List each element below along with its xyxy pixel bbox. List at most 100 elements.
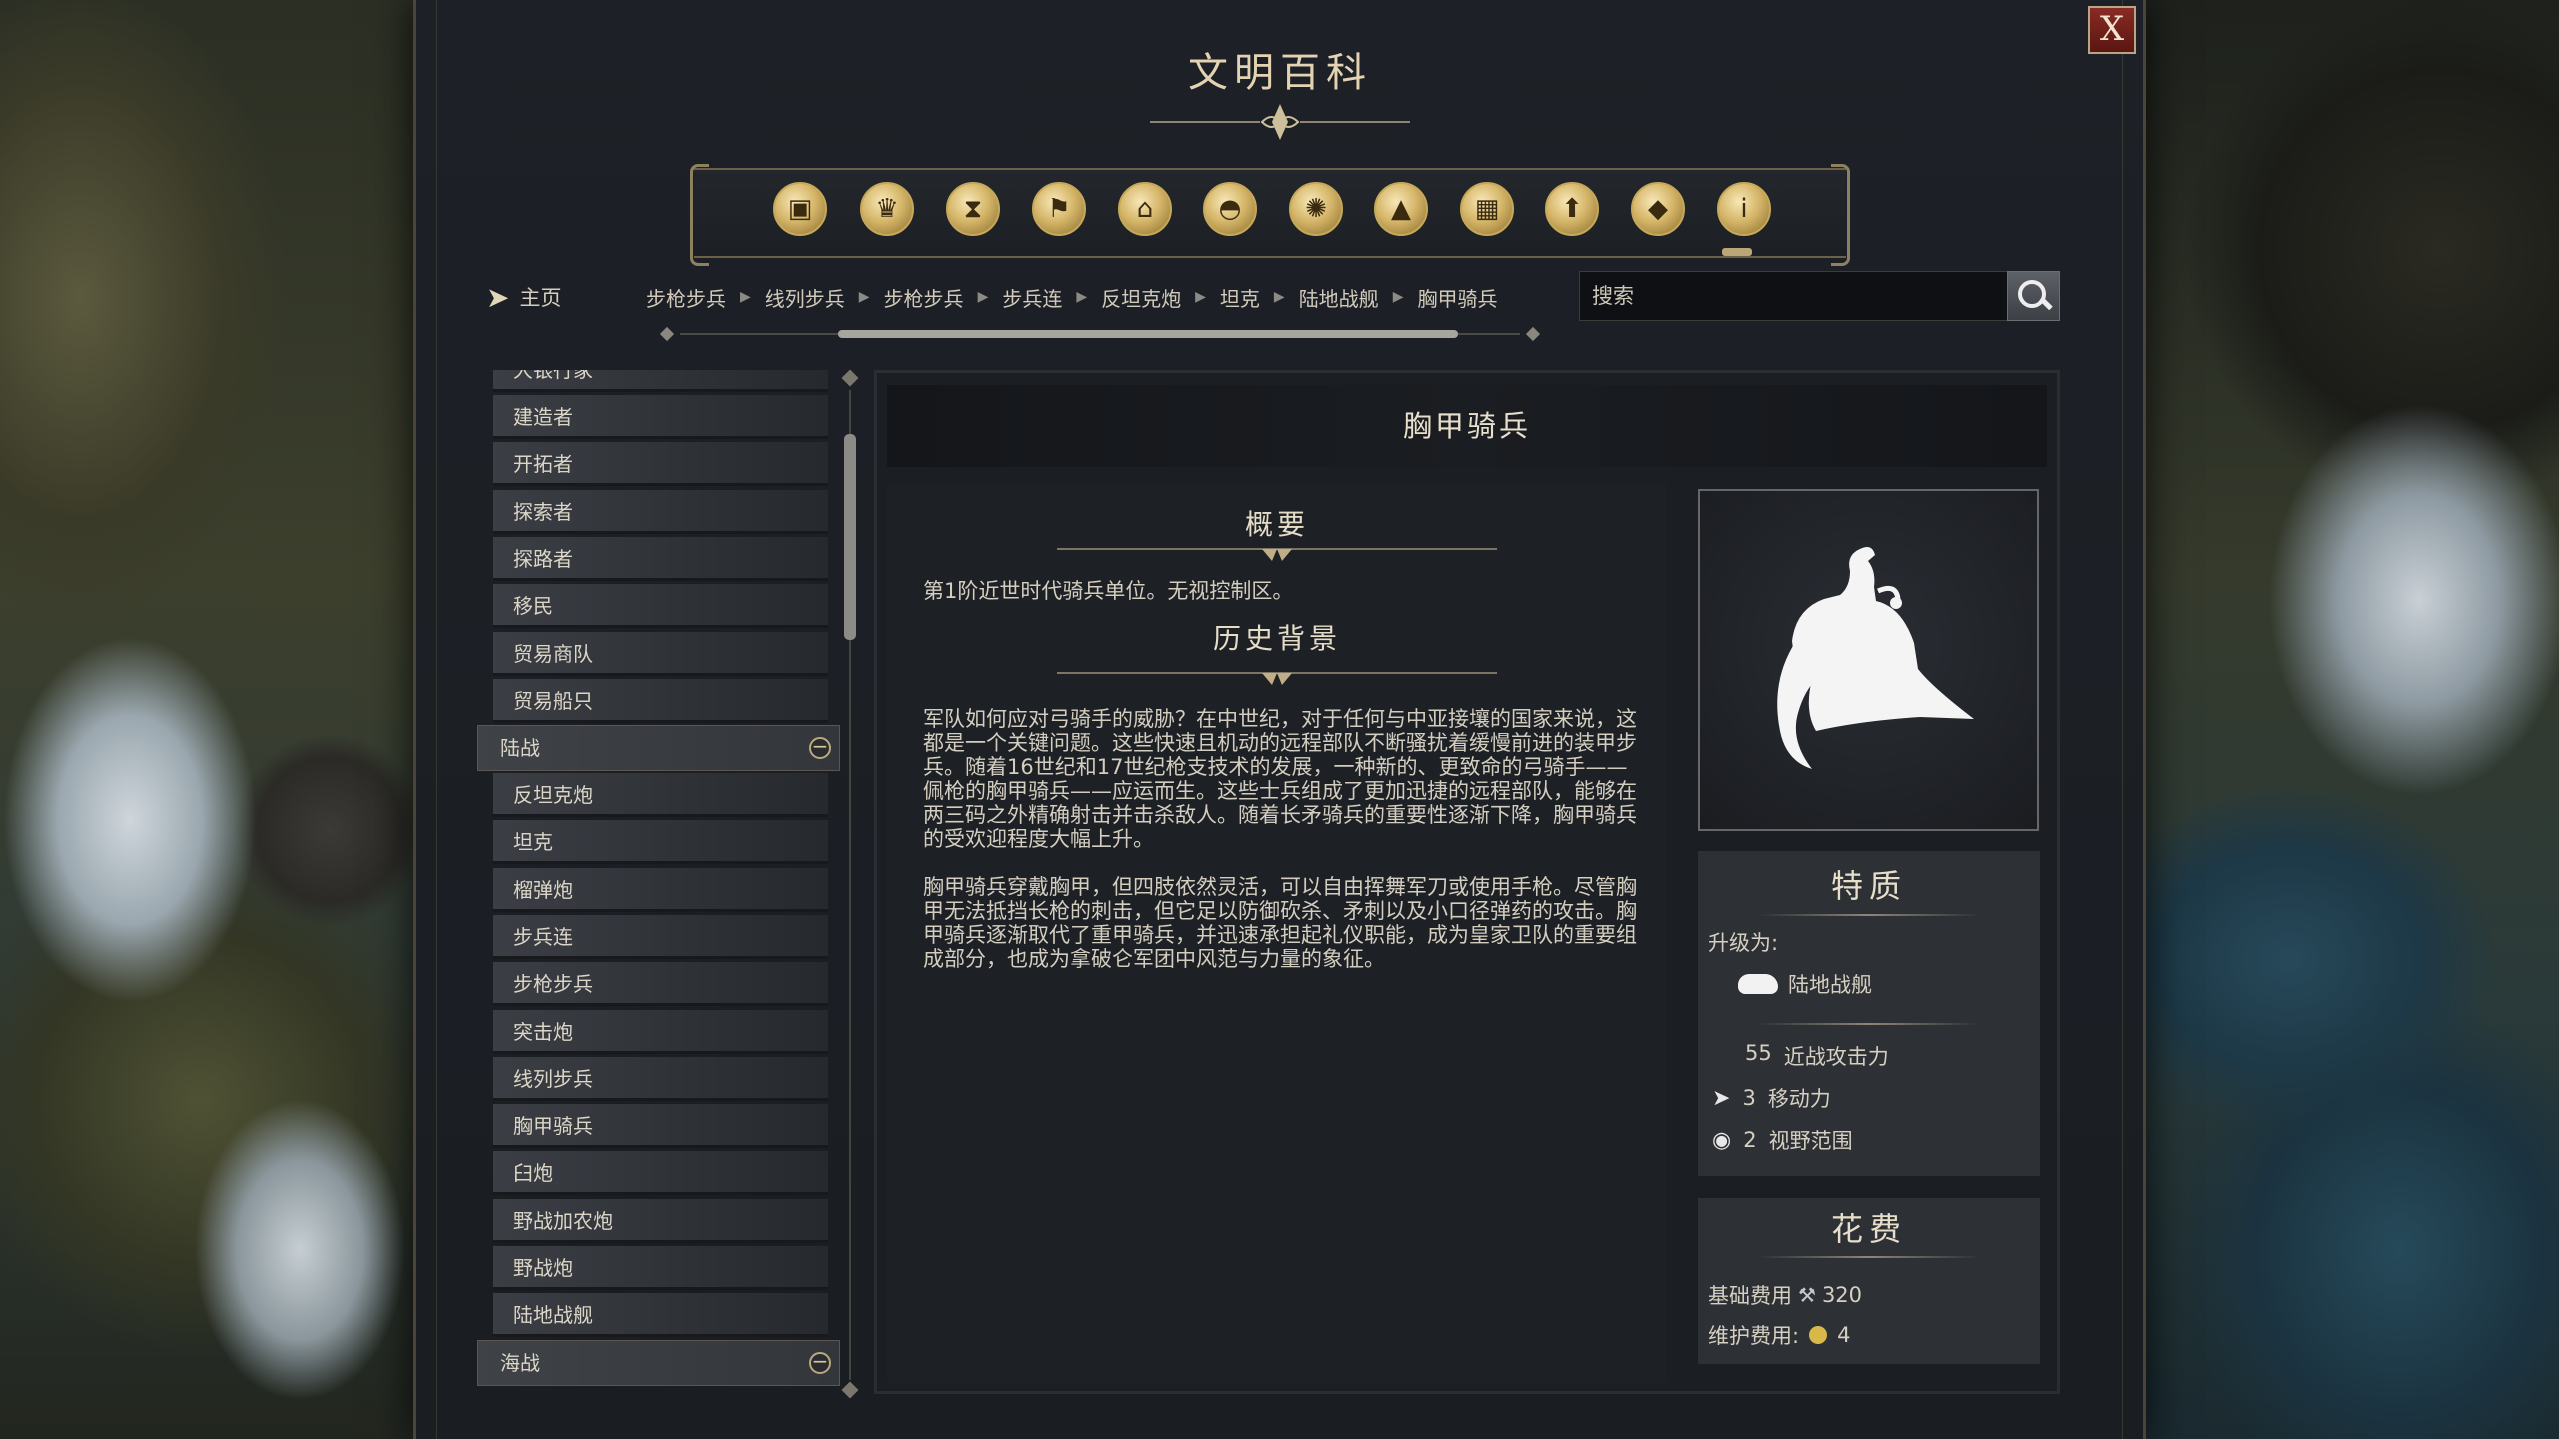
sidebar-item[interactable]: 移民 xyxy=(493,584,828,628)
page-title: 文明百科 xyxy=(1188,50,1372,96)
hammer-icon: ⚒ xyxy=(1798,1283,1816,1307)
melee-label: 近战攻击力 xyxy=(1783,1045,1889,1069)
sidebar-item[interactable]: 臼炮 xyxy=(493,1151,828,1195)
melee-stat: 55 近战攻击力 xyxy=(1745,1041,1889,1071)
sight-stat: ◉ 2 视野范围 xyxy=(1712,1125,1853,1155)
home-label: 主页 xyxy=(519,286,562,310)
search-button[interactable] xyxy=(2007,271,2060,321)
breadcrumb-item[interactable]: 胸甲骑兵 xyxy=(1417,283,1497,312)
upkeep-value: 4 xyxy=(1837,1323,1851,1347)
breadcrumb-item[interactable]: 陆地战舰 xyxy=(1299,283,1379,312)
movement-label: 移动力 xyxy=(1767,1087,1831,1111)
category-upgrade-icon[interactable]: ⬆ xyxy=(1545,182,1599,236)
upgrade-label: 升级为: xyxy=(1708,931,1779,955)
category-info-icon[interactable]: i xyxy=(1717,182,1771,236)
sidebar-scrollbar[interactable] xyxy=(841,369,859,1399)
breadcrumb-item[interactable]: 步枪步兵 xyxy=(884,283,964,312)
search-input[interactable]: 搜索 xyxy=(1579,271,2009,321)
sidebar-item[interactable]: 贸易船只 xyxy=(493,679,828,723)
sidebar-item[interactable]: 突击炮 xyxy=(493,1010,828,1054)
breadcrumb-separator-icon: ▶ xyxy=(1195,289,1206,305)
base-cost-label: 基础费用 xyxy=(1708,1284,1792,1308)
world-map-left xyxy=(0,0,420,1439)
category-selected-indicator xyxy=(1722,248,1752,256)
breadcrumb-item[interactable]: 坦克 xyxy=(1220,283,1260,312)
sidebar-item[interactable]: 野战炮 xyxy=(493,1246,828,1290)
movement-icon: ➤ xyxy=(1712,1085,1731,1111)
category-terrain-icon[interactable]: ▲ xyxy=(1374,182,1428,236)
breadcrumb-separator-icon: ▶ xyxy=(1392,289,1404,305)
history-paragraph-2: 胸甲骑兵穿戴胸甲，但四肢依然灵活，可以自由挥舞军刀或使用手枪。尽管胸甲无法抵挡长… xyxy=(923,875,1637,971)
collapse-icon[interactable]: − xyxy=(809,736,831,759)
close-button[interactable]: X xyxy=(2088,6,2136,54)
upkeep-label: 维护费用: xyxy=(1708,1324,1800,1348)
category-buildings-icon[interactable]: ⌂ xyxy=(1118,182,1172,236)
sight-value: 2 xyxy=(1743,1128,1757,1152)
sight-label: 视野范围 xyxy=(1768,1129,1853,1153)
upkeep-cost: 维护费用: 4 xyxy=(1708,1320,1850,1350)
breadcrumb: 步枪步兵 ▶ 线列步兵 ▶ 步枪步兵 ▶ 步兵连 ▶ 反坦克炮 ▶ 坦克 ▶ 陆地战舰 ▶ 胸甲骑兵 xyxy=(646,282,1497,312)
title-ornament xyxy=(1150,104,1410,140)
sidebar-item[interactable]: 野战加农炮 xyxy=(493,1199,828,1243)
sidebar-item[interactable]: 探路者 xyxy=(493,537,828,581)
sidebar-item[interactable]: 步兵连 xyxy=(493,915,828,959)
category-civilization-icon[interactable]: ⚑ xyxy=(1032,182,1086,236)
sidebar-item[interactable]: 开拓者 xyxy=(493,442,828,486)
category-era-icon[interactable]: ⧗ xyxy=(946,182,1000,236)
sidebar-item[interactable]: 贸易商队 xyxy=(493,632,828,676)
sidebar-category-naval-label: 海战 xyxy=(500,1351,540,1375)
category-technology-icon[interactable]: ◓ xyxy=(1203,182,1257,236)
sidebar-item[interactable]: 建造者 xyxy=(493,395,828,439)
sidebar-item[interactable]: 线列步兵 xyxy=(493,1057,828,1101)
breadcrumb-item[interactable]: 线列步兵 xyxy=(765,283,845,312)
cost-panel: 花费 基础费用 ⚒ 320 维护费用: 4 xyxy=(1698,1198,2040,1364)
home-button[interactable]: ➤ 主页 xyxy=(486,280,562,314)
description-column: 概要 第1阶近世时代骑兵单位。无视控制区。 历史背景 军队如何应对弓骑手的威胁？… xyxy=(887,483,1667,1383)
sidebar-item[interactable]: 坦克 xyxy=(493,820,828,864)
base-cost: 基础费用 ⚒ 320 xyxy=(1708,1280,1862,1310)
sidebar-item[interactable]: 大银行家 xyxy=(493,370,828,392)
category-units-icon[interactable]: ▣ xyxy=(773,182,827,236)
breadcrumb-item[interactable]: 反坦克炮 xyxy=(1101,283,1181,312)
history-paragraph-1: 军队如何应对弓骑手的威胁？在中世纪，对于任何与中亚接壤的国家来说，这都是一个关键… xyxy=(923,707,1637,851)
upgrade-target[interactable]: 陆地战舰 xyxy=(1738,969,1872,999)
sidebar-category-land-label: 陆战 xyxy=(500,736,540,760)
breadcrumb-separator-icon: ▶ xyxy=(740,289,751,305)
traits-panel: 特质 升级为: 陆地战舰 55 近战攻击力 ➤ 3 移动力 ◉ 2 视野范围 xyxy=(1698,851,2040,1176)
gold-coin-icon xyxy=(1809,1326,1828,1344)
base-cost-value: 320 xyxy=(1821,1283,1863,1307)
history-heading: 历史背景 xyxy=(1212,622,1341,655)
breadcrumb-separator-icon: ▶ xyxy=(977,289,989,305)
sidebar-item[interactable]: 步枪步兵 xyxy=(493,962,828,1006)
sidebar-list: 大银行家建造者 开拓者 探索者 探路者 移民 贸易商队 贸易船只陆战 − 反坦克炮 坦克 榴弹炮 步兵… xyxy=(477,370,841,1398)
upgrade-target-label: 陆地战舰 xyxy=(1788,973,1872,997)
breadcrumb-separator-icon: ▶ xyxy=(858,289,870,305)
sidebar-item[interactable]: 胸甲骑兵 xyxy=(493,1104,828,1148)
breadcrumb-separator-icon: ▶ xyxy=(1273,289,1285,305)
category-city-icon[interactable]: ▦ xyxy=(1460,182,1514,236)
category-science-icon[interactable]: ✺ xyxy=(1289,182,1343,236)
cost-heading: 花费 xyxy=(1830,1210,1907,1248)
sidebar-item[interactable]: 探索者 xyxy=(493,490,828,534)
sidebar-category-land[interactable]: 陆战 − xyxy=(477,725,840,771)
category-goods-icon[interactable]: ♛ xyxy=(860,182,914,236)
sidebar-category-naval[interactable]: 海战 − xyxy=(477,1340,840,1386)
breadcrumb-item[interactable]: 步枪步兵 xyxy=(646,283,726,312)
traits-heading: 特质 xyxy=(1830,867,1907,905)
summary-heading: 概要 xyxy=(1244,508,1309,541)
movement-value: 3 xyxy=(1742,1086,1756,1110)
summary-ornament xyxy=(1057,548,1497,561)
cloud-icon xyxy=(1738,974,1778,994)
breadcrumb-separator-icon: ▶ xyxy=(1076,289,1088,305)
back-arrow-icon: ➤ xyxy=(486,280,510,314)
breadcrumb-scrollbar[interactable] xyxy=(659,326,1541,342)
unit-name: 胸甲骑兵 xyxy=(887,385,2047,467)
sidebar-item[interactable]: 反坦克炮 xyxy=(493,773,828,817)
melee-value: 55 xyxy=(1745,1041,1772,1065)
breadcrumb-item[interactable]: 步兵连 xyxy=(1002,283,1062,312)
unit-portrait xyxy=(1698,489,2039,831)
category-resources-icon[interactable]: ◆ xyxy=(1631,182,1685,236)
collapse-icon[interactable]: − xyxy=(809,1351,831,1374)
sidebar-item[interactable]: 陆地战舰 xyxy=(493,1293,828,1337)
sidebar-item[interactable]: 榴弹炮 xyxy=(493,868,828,912)
